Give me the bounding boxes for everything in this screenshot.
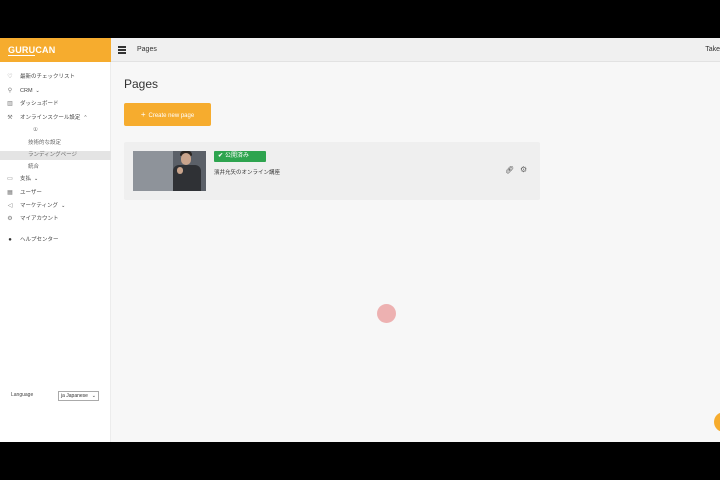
chevron-down-icon: ⌄ [35, 88, 40, 94]
chevron-down-icon: ⌄ [91, 393, 96, 399]
sidebar-item-users[interactable]: ▦ ユーザー [0, 189, 111, 198]
logo: GURUCAN [8, 45, 56, 56]
app-window: GURUCAN Pages Take ♡ 最新のチェックリスト ⚲ CRM ⌄ ▥… [0, 38, 720, 442]
megaphone-icon: ◁ [7, 203, 13, 209]
gauge-icon: ⚲ [7, 88, 13, 94]
logo-area[interactable]: GURUCAN [0, 38, 111, 62]
page-title: Pages [124, 77, 159, 91]
users-icon: ▦ [7, 190, 13, 196]
sidebar-item-marketing[interactable]: ◁ マーケティング ⌄ [0, 202, 111, 211]
wrench-icon: ⚒ [7, 115, 13, 121]
create-new-page-button[interactable]: + Create new page [124, 103, 211, 126]
sidebar-subitem-integration[interactable]: 統合 [0, 163, 111, 172]
language-select[interactable]: ja Japanese ⌄ [58, 391, 99, 401]
chevron-down-icon: ⌄ [34, 176, 39, 182]
chevron-up-icon: ⌃ [83, 115, 88, 121]
sidebar-item-school-settings[interactable]: ⚒ オンラインスクール設定 ⌃ [0, 114, 111, 123]
page-title-text[interactable]: 濱井允矢のオンライン講座 [214, 168, 280, 176]
heart-icon: ♡ [7, 74, 13, 80]
chat-button[interactable] [714, 412, 720, 432]
page-thumbnail[interactable] [133, 151, 206, 191]
sidebar-subitem-1[interactable]: ① [0, 126, 111, 135]
sidebar-item-crm[interactable]: ⚲ CRM ⌄ [0, 87, 111, 96]
sidebar-item-my-account[interactable]: ⚙ マイアカウント [0, 215, 111, 224]
sidebar: ♡ 最新のチェックリスト ⚲ CRM ⌄ ▥ ダッシュボード ⚒ オンラインスクー… [0, 62, 111, 442]
topbar-title: Pages [137, 46, 157, 53]
sidebar-item-payments[interactable]: ▭ 支払 ⌄ [0, 175, 111, 184]
sidebar-item-dashboard[interactable]: ▥ ダッシュボード [0, 100, 111, 109]
cursor-indicator [377, 304, 396, 323]
link-icon[interactable]: 🔗︎ [505, 166, 514, 174]
sidebar-item-checklist[interactable]: ♡ 最新のチェックリスト [0, 73, 111, 82]
gear-icon[interactable]: ⚙ [520, 165, 527, 174]
page-card[interactable]: ✔ 公開済み 濱井允矢のオンライン講座 🔗︎ ⚙ [124, 142, 540, 200]
sidebar-subitem-technical[interactable]: 技術的な設定 [0, 139, 111, 148]
money-icon: ▭ [7, 176, 13, 182]
language-label: Language [11, 392, 34, 398]
menu-icon[interactable] [118, 46, 126, 54]
bar-chart-icon: ▥ [7, 101, 13, 107]
user-name[interactable]: Take [705, 46, 720, 53]
sidebar-item-help-center[interactable]: ● ヘルプセンター [0, 236, 111, 245]
check-icon: ✔ [218, 153, 224, 159]
top-bar: Pages Take [111, 38, 720, 62]
sidebar-subitem-landing-pages[interactable]: ランディングページ [0, 151, 111, 160]
chevron-down-icon: ⌄ [61, 203, 66, 209]
help-icon: ● [8, 237, 12, 243]
gear-icon: ⚙ [7, 216, 13, 222]
status-badge: ✔ 公開済み [214, 151, 266, 162]
plus-icon: + [140, 110, 146, 119]
